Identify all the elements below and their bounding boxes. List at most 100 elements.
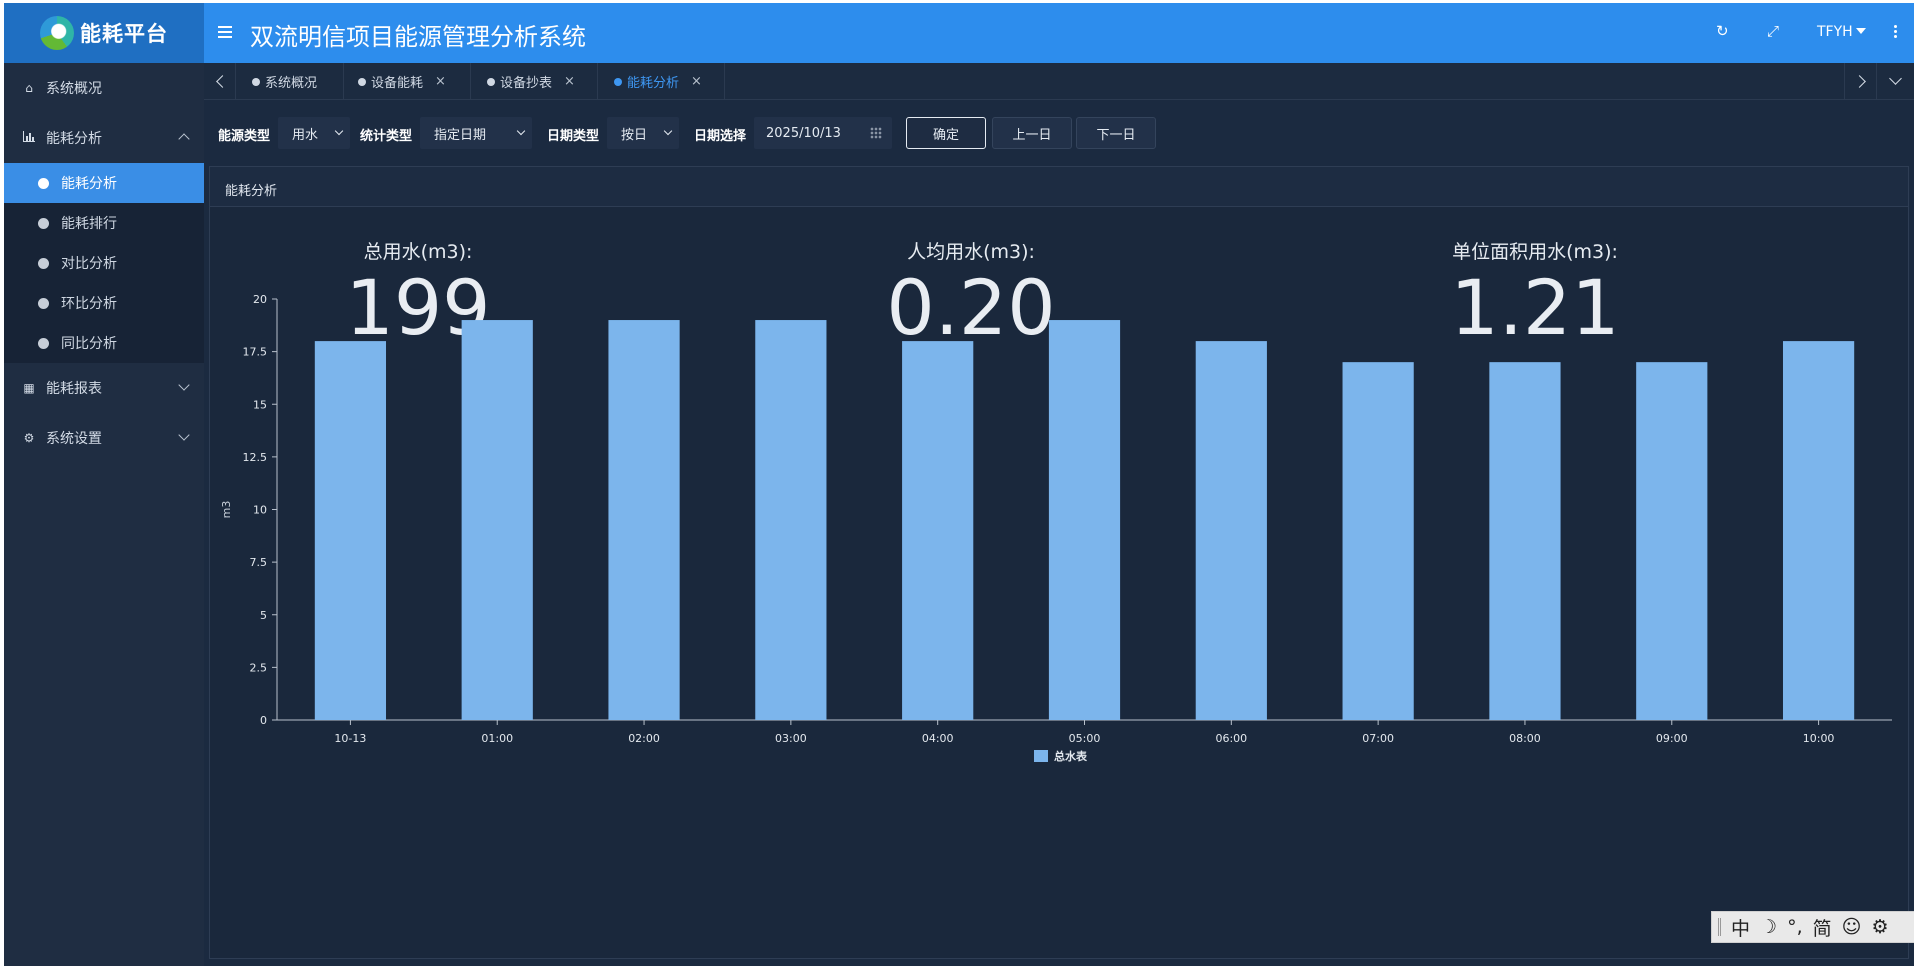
tab-scroll-left-icon[interactable] (204, 63, 236, 100)
date-type-value: 按日 (621, 127, 648, 143)
x-tick-label: 01:00 (481, 732, 513, 745)
tab-system-overview[interactable]: 系统概况 (236, 63, 344, 100)
top-header: 双流明信项目能源管理分析系统 ↻ ⤢ TFYH (204, 3, 1914, 63)
tab-scroll-right-icon[interactable] (1844, 63, 1876, 100)
energy-type-label: 能源类型 (218, 129, 271, 144)
sidebar-item-system-overview[interactable]: ⌂ 系统概况 (4, 63, 204, 113)
sidebar-item-energy-report[interactable]: ▦ 能耗报表 (4, 363, 204, 413)
submenu-label: 同比分析 (61, 336, 117, 352)
stat-type-select[interactable]: 指定日期 (420, 117, 532, 149)
settings-gear-icon[interactable]: ⚙ (1871, 916, 1888, 938)
tab-device-reading[interactable]: 设备抄表 × (471, 63, 598, 100)
drag-handle-icon[interactable] (1718, 918, 1721, 936)
dot-icon (38, 217, 49, 229)
home-icon: ⌂ (25, 81, 33, 95)
y-tick-label: 10 (253, 504, 267, 517)
bar (1489, 362, 1561, 720)
close-icon[interactable]: × (435, 74, 446, 89)
bar (461, 320, 533, 720)
submenu-label: 能耗排行 (61, 216, 117, 232)
bar (902, 341, 974, 720)
logo-text: 能耗平台 (80, 22, 168, 46)
sidebar-item-label: 系统概况 (46, 81, 102, 97)
tab-options-chevron-down-icon[interactable] (1876, 63, 1914, 100)
moon-icon[interactable]: ☽ (1760, 916, 1777, 938)
menu-toggle-icon[interactable] (218, 26, 232, 38)
tab-label: 系统概况 (265, 76, 318, 91)
bar (608, 320, 680, 720)
punctuation-toggle[interactable]: °, (1787, 916, 1803, 938)
energy-type-select[interactable]: 用水 (278, 117, 350, 149)
y-tick-label: 20 (253, 293, 267, 306)
sidebar-item-label: 能耗报表 (46, 381, 102, 397)
y-tick-label: 17.5 (243, 346, 268, 359)
submenu-label: 能耗分析 (61, 176, 117, 192)
emoji-icon[interactable]: ☺ (1842, 916, 1862, 938)
submenu-item-yoy-analysis[interactable]: 同比分析 (4, 323, 204, 363)
water-usage-bar-chart: 0 2.5 5 7.5 10 12.5 15 17.5 20 m3 10-13 01:00 02:00 0… (220, 293, 1892, 763)
bar (1782, 341, 1855, 720)
sidebar-item-energy-analysis[interactable]: 能耗分析 (4, 113, 204, 163)
tab-energy-analysis[interactable]: 能耗分析 × (598, 63, 725, 100)
submenu-item-energy-ranking[interactable]: 能耗排行 (4, 203, 204, 243)
bar (1048, 320, 1121, 720)
previous-day-button[interactable]: 上一日 (992, 117, 1072, 149)
date-value: 2025/10/13 (766, 125, 841, 141)
y-tick-label: 7.5 (250, 556, 268, 569)
app-title: 双流明信项目能源管理分析系统 (250, 23, 586, 51)
x-tick-label: 05:00 (1069, 732, 1101, 745)
sidebar: 能耗平台 ⌂ 系统概况 能耗分析 能耗分析 能耗排行 对比分析 环比分析 同比分… (4, 3, 204, 966)
x-tick-label: 06:00 (1215, 732, 1247, 745)
tab-label: 能耗分析 (627, 76, 680, 91)
more-options-icon[interactable] (1894, 25, 1898, 40)
tab-device-energy[interactable]: 设备能耗 × (344, 63, 471, 100)
submenu-label: 环比分析 (61, 296, 117, 312)
close-icon[interactable]: × (564, 74, 575, 89)
y-tick-label: 12.5 (243, 451, 268, 464)
user-menu[interactable]: TFYH (1817, 24, 1866, 40)
gear-icon: ⚙ (23, 431, 35, 445)
calendar-icon (870, 127, 882, 139)
dot-icon (38, 177, 49, 189)
logo-icon (40, 16, 74, 50)
chevron-down-icon (663, 126, 673, 136)
next-day-button[interactable]: 下一日 (1076, 117, 1156, 149)
y-tick-label: 2.5 (250, 661, 268, 674)
tab-bar: 系统概况 设备能耗 × 设备抄表 × 能耗分析 × (204, 63, 1914, 100)
legend-swatch (1034, 750, 1048, 762)
confirm-button[interactable]: 确定 (906, 117, 986, 149)
x-tick-label: 08:00 (1509, 732, 1541, 745)
x-tick-label: 02:00 (628, 732, 660, 745)
submenu-item-comparison[interactable]: 对比分析 (4, 243, 204, 283)
dot-icon (358, 77, 366, 86)
x-tick-label: 04:00 (922, 732, 954, 745)
energy-analysis-panel: 能耗分析 总用水(m3): 199 人均用水(m3): 0.20 单位面积用水(… (209, 166, 1909, 959)
tab-label: 设备能耗 (371, 76, 424, 91)
close-icon[interactable]: × (691, 74, 702, 89)
bar (755, 320, 827, 720)
date-picker-input[interactable]: 2025/10/13 (754, 117, 892, 149)
refresh-icon[interactable]: ↻ (1716, 22, 1729, 40)
x-tick-label: 10:00 (1803, 732, 1835, 745)
fullscreen-icon[interactable]: ⤢ (1767, 22, 1779, 40)
x-tick-label: 03:00 (775, 732, 807, 745)
bar-chart-icon (22, 131, 36, 145)
submenu-item-mom-analysis[interactable]: 环比分析 (4, 283, 204, 323)
energy-type-value: 用水 (292, 127, 319, 143)
app-window: 能耗平台 ⌂ 系统概况 能耗分析 能耗分析 能耗排行 对比分析 环比分析 同比分… (4, 3, 1914, 966)
date-type-select[interactable]: 按日 (607, 117, 679, 149)
sidebar-item-label: 能耗分析 (46, 131, 102, 147)
ime-language-toggle[interactable]: 中 (1731, 914, 1750, 941)
dot-icon (614, 77, 622, 86)
sidebar-item-system-settings[interactable]: ⚙ 系统设置 (4, 413, 204, 463)
filter-bar: 能源类型 用水 统计类型 指定日期 日期类型 按日 日期选择 2025/10/1… (204, 100, 1914, 168)
submenu-item-energy-analysis[interactable]: 能耗分析 (4, 163, 204, 203)
stat-type-label: 统计类型 (360, 129, 413, 144)
y-axis-label: m3 (220, 501, 233, 519)
chevron-down-icon (334, 126, 344, 136)
dot-icon (487, 77, 495, 86)
x-tick-label: 09:00 (1656, 732, 1688, 745)
tab-label: 设备抄表 (500, 76, 553, 91)
dot-icon (38, 337, 49, 349)
simplified-toggle[interactable]: 简 (1813, 914, 1832, 941)
